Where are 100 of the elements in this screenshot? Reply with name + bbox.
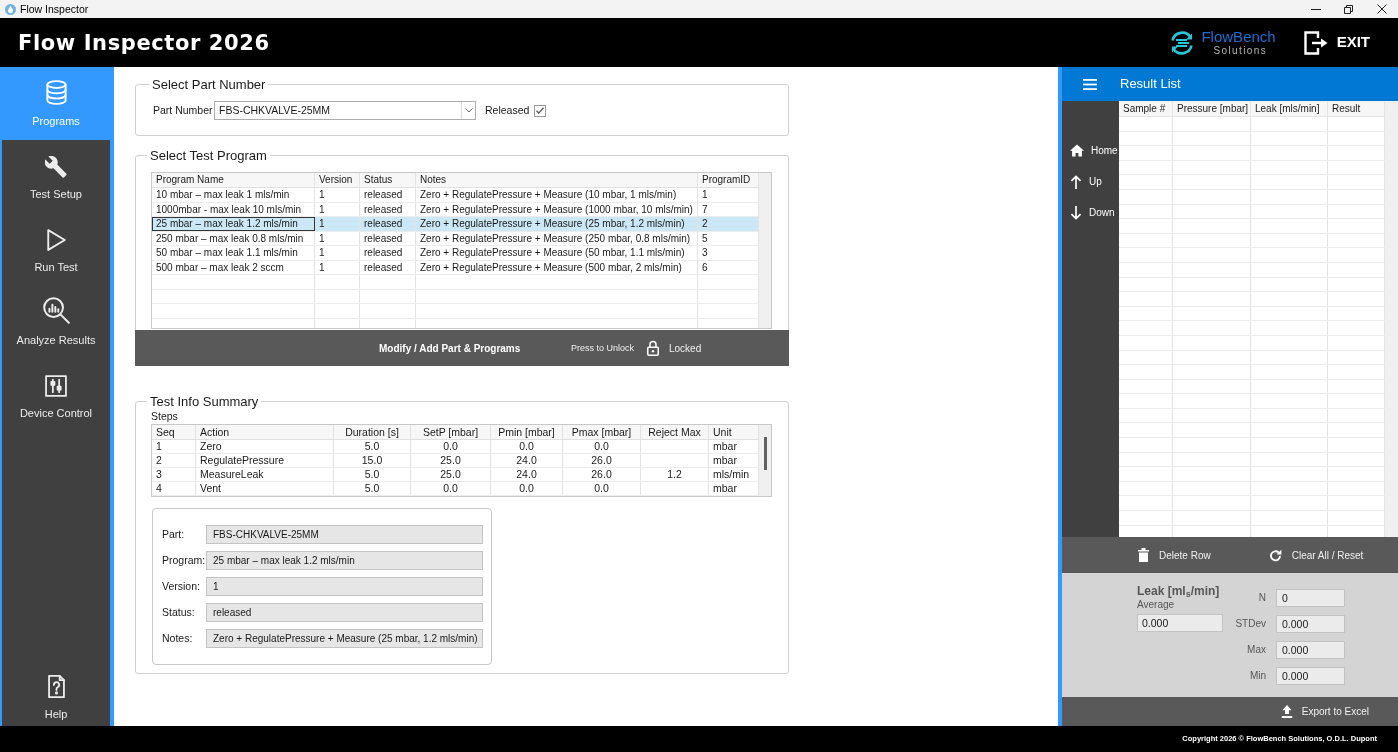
table-cell: Vent xyxy=(196,482,334,495)
export-button[interactable]: Export to Excel xyxy=(1280,704,1369,719)
table-cell: 0.0 xyxy=(411,482,491,495)
statistic-field[interactable]: 0 xyxy=(1276,589,1345,607)
statistic-label: Max xyxy=(1246,644,1266,656)
summary-field[interactable]: FBS-CHKVALVE-25MM xyxy=(206,525,483,544)
restore-icon xyxy=(1344,4,1353,14)
table-cell: 1 xyxy=(315,246,360,260)
released-checkbox[interactable] xyxy=(534,104,547,117)
table-cell: mls/min xyxy=(709,468,759,481)
nav-item[interactable]: Analyze Results xyxy=(2,286,110,359)
column-header[interactable]: Notes xyxy=(416,173,698,187)
table-cell: 2 xyxy=(698,217,759,231)
table-cell: 15.0 xyxy=(334,454,411,467)
menu-button[interactable] xyxy=(1083,78,1097,90)
home-icon xyxy=(1070,144,1084,157)
table-cell: 10 mbar – max leak 1 mls/min xyxy=(152,188,315,202)
statistic-label: N xyxy=(1257,592,1266,604)
table-row[interactable]: 50 mbar – max leak 1.1 mls/min 1 released Zero + RegulatePressure + Measure (50 mbar, 1.1 mls/min) 3 xyxy=(152,246,759,261)
table-cell: 500 mbar – max leak 2 sccm xyxy=(152,260,315,274)
field-label: Version: xyxy=(162,580,201,593)
statistics-title: Leak [ml$_{s}$/min] xyxy=(1137,584,1220,599)
column-header[interactable]: ProgramID xyxy=(698,173,759,187)
nav-item[interactable]: Device Control xyxy=(2,359,110,432)
table-cell: Zero + RegulatePressure + Measure (50 mbar, 1.1 mls/min) xyxy=(416,246,698,260)
field-label: Part Number xyxy=(153,104,214,117)
close-icon xyxy=(1376,4,1387,14)
table-cell: 5.0 xyxy=(334,468,411,481)
column-header[interactable]: Duration [s] xyxy=(334,425,411,439)
column-header[interactable]: Pmax [mbar] xyxy=(563,425,641,439)
statistic-label: Min xyxy=(1248,670,1266,682)
table-cell: 26.0 xyxy=(563,468,641,481)
column-header[interactable]: Pressure [mbar] xyxy=(1173,102,1251,116)
table-cell: 7 xyxy=(698,202,759,216)
table-cell: 25.0 xyxy=(411,468,491,481)
help-item[interactable]: Help xyxy=(2,664,110,726)
trash-icon xyxy=(1138,548,1149,562)
column-header[interactable]: Unit xyxy=(709,425,759,439)
column-header[interactable]: Status xyxy=(360,173,416,187)
table-cell: Zero + RegulatePressure + Measure (500 mbar, 2 mls/min) xyxy=(416,260,698,274)
table-row[interactable]: 25 mbar – max leak 1.2 mls/min 1 released Zero + RegulatePressure + Measure (25 mbar, 1.2 mls/min) 2 xyxy=(152,217,759,232)
modify-programs-button[interactable]: Modify / Add Part & Programs xyxy=(379,340,529,356)
nav-button[interactable]: Down xyxy=(1062,197,1119,228)
table-cell: 0.0 xyxy=(491,482,563,495)
table-cell: released xyxy=(360,202,416,216)
scroll-thumb[interactable] xyxy=(764,437,767,470)
table-cell: released xyxy=(360,260,416,274)
logo-icon xyxy=(1169,29,1196,56)
table-cell: 250 mbar – max leak 0.8 mls/min xyxy=(152,231,315,245)
table-cell: 5.0 xyxy=(334,482,411,495)
table-cell: 4 xyxy=(152,482,196,495)
group-title: Select Test Program xyxy=(149,148,268,163)
lock-toggle[interactable]: Locked xyxy=(647,340,702,356)
statistic-field[interactable]: 0.000 xyxy=(1276,641,1345,659)
statistic-field[interactable]: 0.000 xyxy=(1276,615,1345,633)
delete-row-button[interactable]: Delete Row xyxy=(1138,547,1211,563)
column-header[interactable]: SetP [mbar] xyxy=(411,425,491,439)
summary-field[interactable]: 25 mbar – max leak 1.2 mls/min xyxy=(206,551,483,570)
column-header[interactable]: Seq xyxy=(152,425,196,439)
nav-button[interactable]: Up xyxy=(1062,166,1119,197)
field-label: Notes: xyxy=(162,632,194,645)
panel-title: Result List xyxy=(1120,76,1181,92)
nav-button[interactable]: Home xyxy=(1062,135,1119,166)
column-header[interactable]: Leak [mls/min] xyxy=(1251,102,1328,116)
table-row[interactable]: 10 mbar – max leak 1 mls/min 1 released Zero + RegulatePressure + Measure (10 mbar, 1 mls/min) 1 xyxy=(152,188,759,203)
minimize-icon xyxy=(1310,8,1321,10)
column-header[interactable]: Pmin [mbar] xyxy=(491,425,563,439)
database-icon xyxy=(45,80,67,105)
summary-field[interactable]: Zero + RegulatePressure + Measure (25 mbar, 1.2 mls/min) xyxy=(206,629,483,648)
table-cell: Zero + RegulatePressure + Measure (25 mbar, 1.2 mls/min) xyxy=(416,217,698,231)
help-document-icon xyxy=(47,674,65,699)
table-cell: mbar xyxy=(709,482,759,495)
nav-item[interactable]: Run Test xyxy=(2,213,110,286)
logo-tagline: Solutions xyxy=(1213,45,1269,56)
steps-label: Steps xyxy=(151,410,178,423)
column-header[interactable]: Sample # xyxy=(1119,102,1173,116)
column-header[interactable]: Version xyxy=(315,173,360,187)
exit-icon xyxy=(1303,30,1328,55)
column-header[interactable]: Result xyxy=(1328,102,1385,116)
summary-field[interactable]: released xyxy=(206,603,483,622)
table-cell: 1 xyxy=(698,188,759,202)
nav-item[interactable]: Test Setup xyxy=(2,140,110,213)
table-cell: 26.0 xyxy=(563,454,641,467)
column-header[interactable]: Action xyxy=(196,425,334,439)
statistic-label: STDev xyxy=(1234,618,1266,630)
table-cell: 25 mbar – max leak 1.2 mls/min xyxy=(152,217,315,231)
table-cell: RegulatePressure xyxy=(196,454,334,467)
statistic-field[interactable]: 0.000 xyxy=(1276,667,1345,685)
table-cell: 3 xyxy=(698,246,759,260)
table-cell: 1 xyxy=(315,188,360,202)
summary-field[interactable]: 1 xyxy=(206,577,483,596)
column-header[interactable]: Program Name xyxy=(152,173,315,187)
table-cell: 50 mbar – max leak 1.1 mls/min xyxy=(152,246,315,260)
play-icon xyxy=(46,229,66,251)
clear-reset-button[interactable]: Clear All / Reset xyxy=(1268,547,1364,563)
average-field[interactable]: 0.000 xyxy=(1137,614,1223,632)
part-number-dropdown[interactable]: FBS-CHKVALVE-25MM xyxy=(214,101,476,120)
exit-button[interactable]: EXIT xyxy=(1303,30,1370,55)
column-header[interactable]: Reject Max xyxy=(641,425,709,439)
arrow-up-icon xyxy=(1070,174,1082,189)
